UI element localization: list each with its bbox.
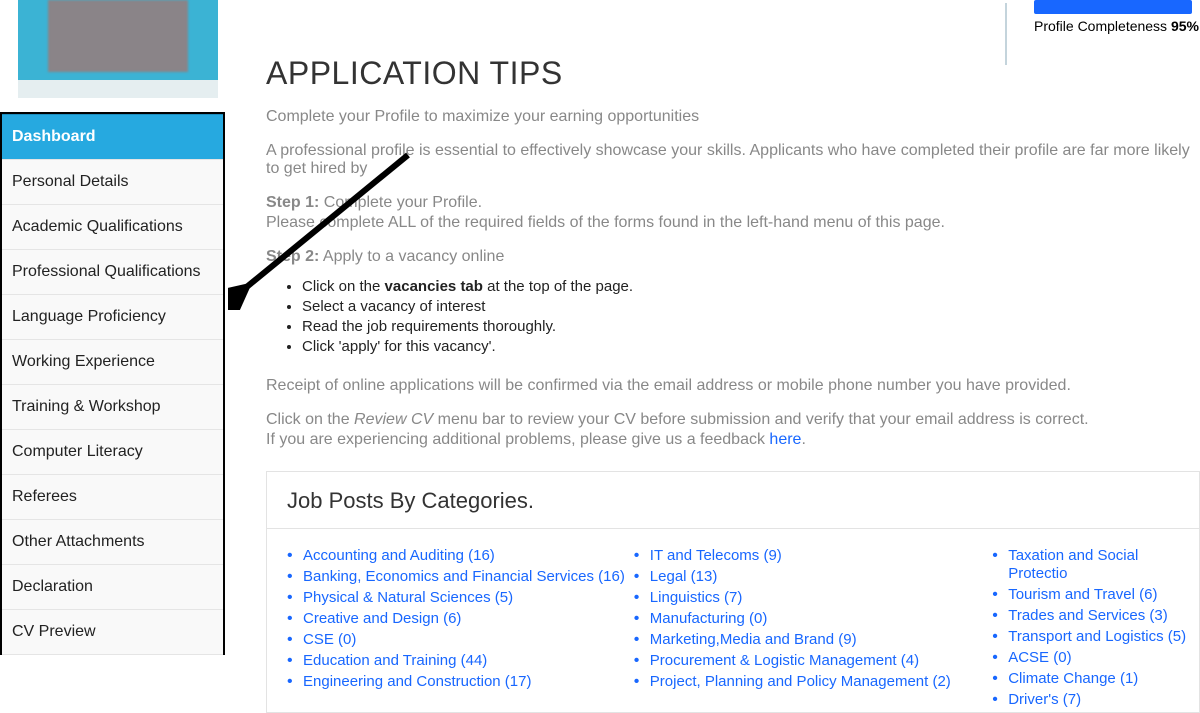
category-link[interactable]: IT and Telecoms (9): [650, 547, 782, 564]
bullet-read-requirements: Read the job requirements thoroughly.: [302, 318, 1200, 335]
category-link[interactable]: Procurement & Logistic Management (4): [650, 652, 919, 669]
panel-body: Accounting and Auditing (16) Banking, Ec…: [267, 529, 1199, 712]
step-2-bullets: Click on the vacancies tab at the top of…: [302, 278, 1200, 355]
category-link[interactable]: Transport and Logistics (5): [1008, 628, 1186, 645]
sidebar-item-working-experience[interactable]: Working Experience: [2, 340, 223, 385]
category-link[interactable]: Accounting and Auditing (16): [303, 547, 495, 564]
nav-menu: Dashboard Personal Details Academic Qual…: [0, 112, 225, 655]
sidebar-item-training-workshop[interactable]: Training & Workshop: [2, 385, 223, 430]
receipt-note: Receipt of online applications will be c…: [266, 377, 1200, 395]
category-link[interactable]: CSE (0): [303, 631, 356, 648]
category-column-3: Taxation and Social Protectio Tourism an…: [988, 547, 1195, 712]
sidebar-item-language-proficiency[interactable]: Language Proficiency: [2, 295, 223, 340]
review-note: Click on the Review CV menu bar to revie…: [266, 411, 1200, 429]
category-link[interactable]: Creative and Design (6): [303, 610, 461, 627]
bullet-select-vacancy: Select a vacancy of interest: [302, 298, 1200, 315]
sidebar-item-referees[interactable]: Referees: [2, 475, 223, 520]
category-link[interactable]: ACSE (0): [1008, 649, 1071, 666]
step-1: Step 1: Complete your Profile.: [266, 194, 1200, 212]
panel-title: Job Posts By Categories.: [287, 488, 1179, 514]
bullet-vacancies-tab: Click on the vacancies tab at the top of…: [302, 278, 1200, 295]
sidebar-item-dashboard[interactable]: Dashboard: [2, 114, 223, 160]
sidebar-item-computer-literacy[interactable]: Computer Literacy: [2, 430, 223, 475]
category-link[interactable]: Trades and Services (3): [1008, 607, 1168, 624]
main-content: APPLICATION TIPS Complete your Profile t…: [266, 0, 1200, 713]
category-link[interactable]: Tourism and Travel (6): [1008, 586, 1157, 603]
category-link[interactable]: Education and Training (44): [303, 652, 487, 669]
sidebar-item-personal-details[interactable]: Personal Details: [2, 160, 223, 205]
category-link[interactable]: Climate Change (1): [1008, 670, 1138, 687]
category-link[interactable]: Physical & Natural Sciences (5): [303, 589, 513, 606]
page-title: APPLICATION TIPS: [266, 55, 1200, 92]
category-link[interactable]: Project, Planning and Policy Management …: [650, 673, 951, 690]
bullet-click-apply: Click 'apply' for this vacancy'.: [302, 338, 1200, 355]
sidebar-item-academic-qualifications[interactable]: Academic Qualifications: [2, 205, 223, 250]
job-posts-panel: Job Posts By Categories. Accounting and …: [266, 471, 1200, 713]
category-link[interactable]: Engineering and Construction (17): [303, 673, 531, 690]
subtitle: Complete your Profile to maximize your e…: [266, 108, 1200, 126]
sidebar-item-cv-preview[interactable]: CV Preview: [2, 610, 223, 655]
profile-image: [18, 0, 218, 98]
category-link[interactable]: Driver's (7): [1008, 691, 1081, 708]
intro-paragraph: A professional profile is essential to e…: [266, 142, 1200, 178]
category-link[interactable]: Legal (13): [650, 568, 718, 585]
sidebar: Dashboard Personal Details Academic Qual…: [0, 0, 225, 641]
feedback-note: If you are experiencing additional probl…: [266, 431, 1200, 449]
category-column-1: Accounting and Auditing (16) Banking, Ec…: [271, 547, 630, 712]
feedback-link[interactable]: here: [769, 431, 801, 448]
step-2: Step 2: Apply to a vacancy online: [266, 248, 1200, 266]
category-link[interactable]: Marketing,Media and Brand (9): [650, 631, 857, 648]
panel-header: Job Posts By Categories.: [267, 472, 1199, 529]
step-1-detail: Please complete ALL of the required fiel…: [266, 214, 1200, 232]
category-column-2: IT and Telecoms (9) Legal (13) Linguisti…: [630, 547, 988, 712]
sidebar-item-professional-qualifications[interactable]: Professional Qualifications: [2, 250, 223, 295]
sidebar-item-other-attachments[interactable]: Other Attachments: [2, 520, 223, 565]
category-link[interactable]: Banking, Economics and Financial Service…: [303, 568, 625, 585]
category-link[interactable]: Taxation and Social Protectio: [1008, 547, 1138, 582]
category-link[interactable]: Manufacturing (0): [650, 610, 768, 627]
category-link[interactable]: Linguistics (7): [650, 589, 743, 606]
sidebar-item-declaration[interactable]: Declaration: [2, 565, 223, 610]
